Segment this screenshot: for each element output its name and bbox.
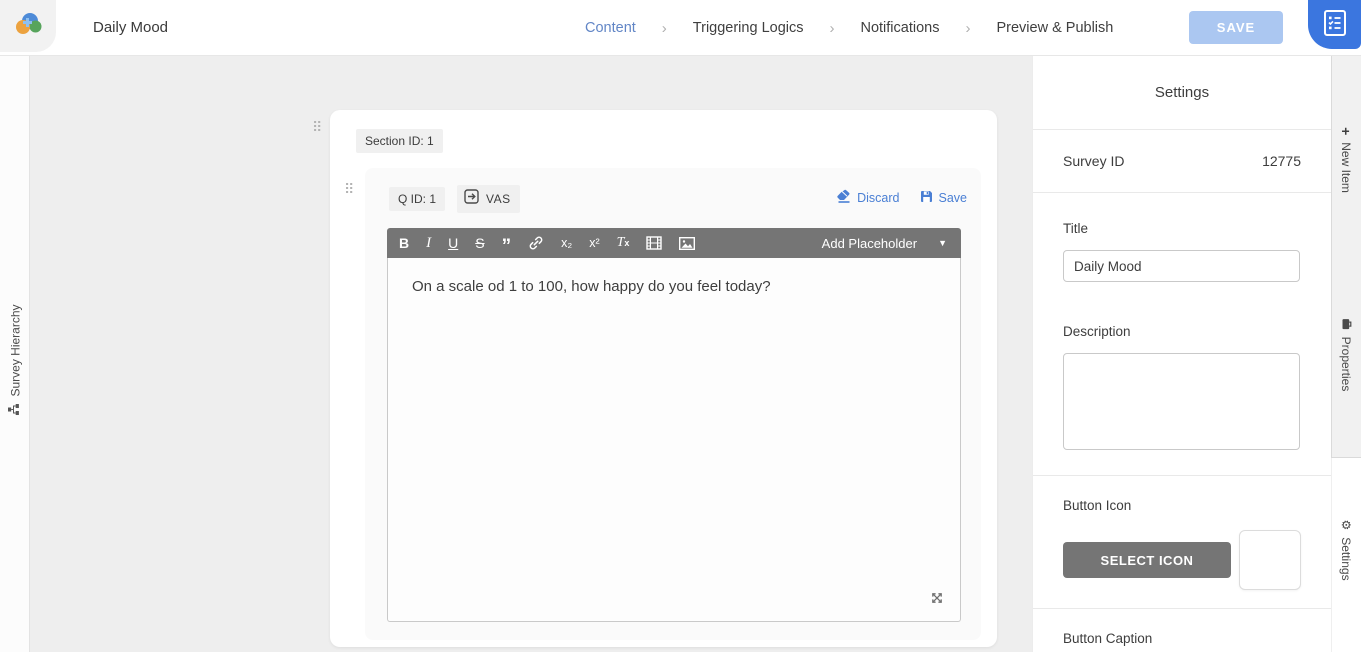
topbar: Daily Mood Content › Triggering Logics ›… — [0, 0, 1361, 56]
survey-hierarchy-label: Survey Hierarchy — [8, 304, 22, 396]
title-field-group: Title — [1033, 193, 1331, 282]
link-button[interactable] — [528, 235, 544, 251]
question-badges: Q ID: 1 VAS — [389, 185, 520, 213]
new-item-tab[interactable]: + New Item — [1338, 127, 1354, 193]
blockquote-button[interactable]: ” — [502, 237, 512, 256]
question-type-icon — [464, 189, 479, 209]
superscript-button[interactable]: x² — [589, 237, 599, 250]
floppy-icon — [920, 190, 933, 206]
tab-triggering-logics[interactable]: Triggering Logics — [693, 20, 804, 36]
app-root: Daily Mood Content › Triggering Logics ›… — [0, 0, 1361, 652]
question-id-badge: Q ID: 1 — [389, 187, 445, 211]
button-icon-label: Button Icon — [1063, 498, 1301, 513]
settings-tab-label: Settings — [1339, 537, 1353, 580]
new-item-label: New Item — [1339, 142, 1353, 193]
question-card: Q ID: 1 VAS — [365, 168, 981, 640]
eraser-icon — [836, 189, 851, 206]
properties-tab[interactable]: Properties — [1339, 319, 1353, 392]
underline-button[interactable]: U — [448, 236, 458, 250]
tab-content[interactable]: Content — [585, 20, 636, 36]
survey-id-label: Survey ID — [1063, 153, 1124, 169]
tab-preview-publish[interactable]: Preview & Publish — [996, 20, 1113, 36]
question-text[interactable]: On a scale od 1 to 100, how happy do you… — [412, 278, 771, 295]
gear-icon: ⚙ — [1339, 519, 1353, 530]
checklist-icon — [1324, 10, 1346, 39]
clear-formatting-button[interactable]: Tx — [617, 236, 630, 250]
button-icon-group: Button Icon SELECT ICON — [1033, 476, 1331, 609]
nav-separator-icon: › — [829, 21, 834, 36]
right-rail-upper — [1331, 56, 1361, 458]
button-icon-row: SELECT ICON — [1063, 530, 1301, 590]
settings-tab[interactable]: ⚙ Settings — [1339, 519, 1353, 580]
rich-text-editor: B I U S ” — [387, 228, 961, 622]
add-placeholder-button[interactable]: Add Placeholder — [822, 236, 917, 251]
image-button[interactable] — [679, 237, 695, 250]
survey-id-value: 12775 — [1262, 153, 1301, 169]
clear-formatting-x: x — [624, 239, 629, 248]
save-survey-button[interactable]: SAVE — [1189, 11, 1283, 44]
section-card: Section ID: 1 ⠿ Q ID: 1 VAS — [330, 110, 997, 647]
section-drag-handle[interactable]: ⠿ — [312, 120, 322, 134]
button-caption-label: Button Caption — [1063, 631, 1301, 646]
button-caption-group: Button Caption — [1033, 609, 1331, 646]
editor-toolbar: B I U S ” — [387, 228, 961, 258]
settings-panel: Settings Survey ID 12775 Title Descripti… — [1032, 56, 1331, 652]
subscript-button[interactable]: x₂ — [561, 237, 572, 250]
discard-label: Discard — [857, 191, 899, 205]
right-rail: + New Item Properties ⚙ Settings — [1331, 56, 1361, 652]
survey-list-button[interactable] — [1308, 0, 1361, 49]
tab-notifications[interactable]: Notifications — [860, 20, 939, 36]
left-rail: Survey Hierarchy — [0, 56, 30, 652]
question-save-button[interactable]: Save — [920, 190, 968, 206]
strikethrough-button[interactable]: S — [475, 236, 484, 250]
italic-button[interactable]: I — [426, 236, 431, 251]
expand-editor-icon[interactable] — [928, 589, 946, 611]
bold-button[interactable]: B — [399, 236, 409, 250]
description-textarea[interactable] — [1063, 353, 1300, 450]
brain-logo-icon — [13, 11, 43, 42]
properties-icon — [1339, 319, 1353, 330]
question-save-label: Save — [939, 191, 968, 205]
video-button[interactable] — [646, 236, 662, 250]
settings-panel-title: Settings — [1033, 56, 1331, 130]
description-field-label: Description — [1063, 324, 1301, 339]
question-actions: Discard Save — [836, 189, 967, 206]
survey-hierarchy-tab[interactable]: Survey Hierarchy — [7, 304, 22, 415]
description-field-group: Description — [1033, 282, 1331, 476]
nav-separator-icon: › — [662, 21, 667, 36]
properties-label: Properties — [1339, 337, 1353, 392]
plus-icon: + — [1338, 127, 1354, 135]
nav-separator-icon: › — [965, 21, 970, 36]
question-type-badge: VAS — [457, 185, 520, 213]
wizard-nav: Content › Triggering Logics › Notificati… — [585, 0, 1113, 56]
clear-formatting-t: T — [617, 236, 625, 250]
survey-canvas: ⠿ Section ID: 1 ⠿ Q ID: 1 VAS — [30, 56, 1032, 652]
title-field-label: Title — [1063, 221, 1301, 236]
question-drag-handle[interactable]: ⠿ — [344, 182, 354, 196]
survey-id-row: Survey ID 12775 — [1033, 130, 1331, 193]
hierarchy-icon — [7, 404, 22, 416]
editor-content-area[interactable]: On a scale od 1 to 100, how happy do you… — [387, 258, 961, 622]
title-input[interactable] — [1063, 250, 1300, 282]
add-placeholder-caret-icon[interactable]: ▼ — [938, 238, 947, 248]
select-icon-button[interactable]: SELECT ICON — [1063, 542, 1231, 578]
discard-button[interactable]: Discard — [836, 189, 899, 206]
app-logo[interactable] — [0, 0, 56, 52]
button-icon-preview[interactable] — [1239, 530, 1301, 590]
page-title: Daily Mood — [93, 0, 168, 56]
section-id-badge: Section ID: 1 — [356, 129, 443, 153]
question-type-label: VAS — [486, 192, 511, 206]
